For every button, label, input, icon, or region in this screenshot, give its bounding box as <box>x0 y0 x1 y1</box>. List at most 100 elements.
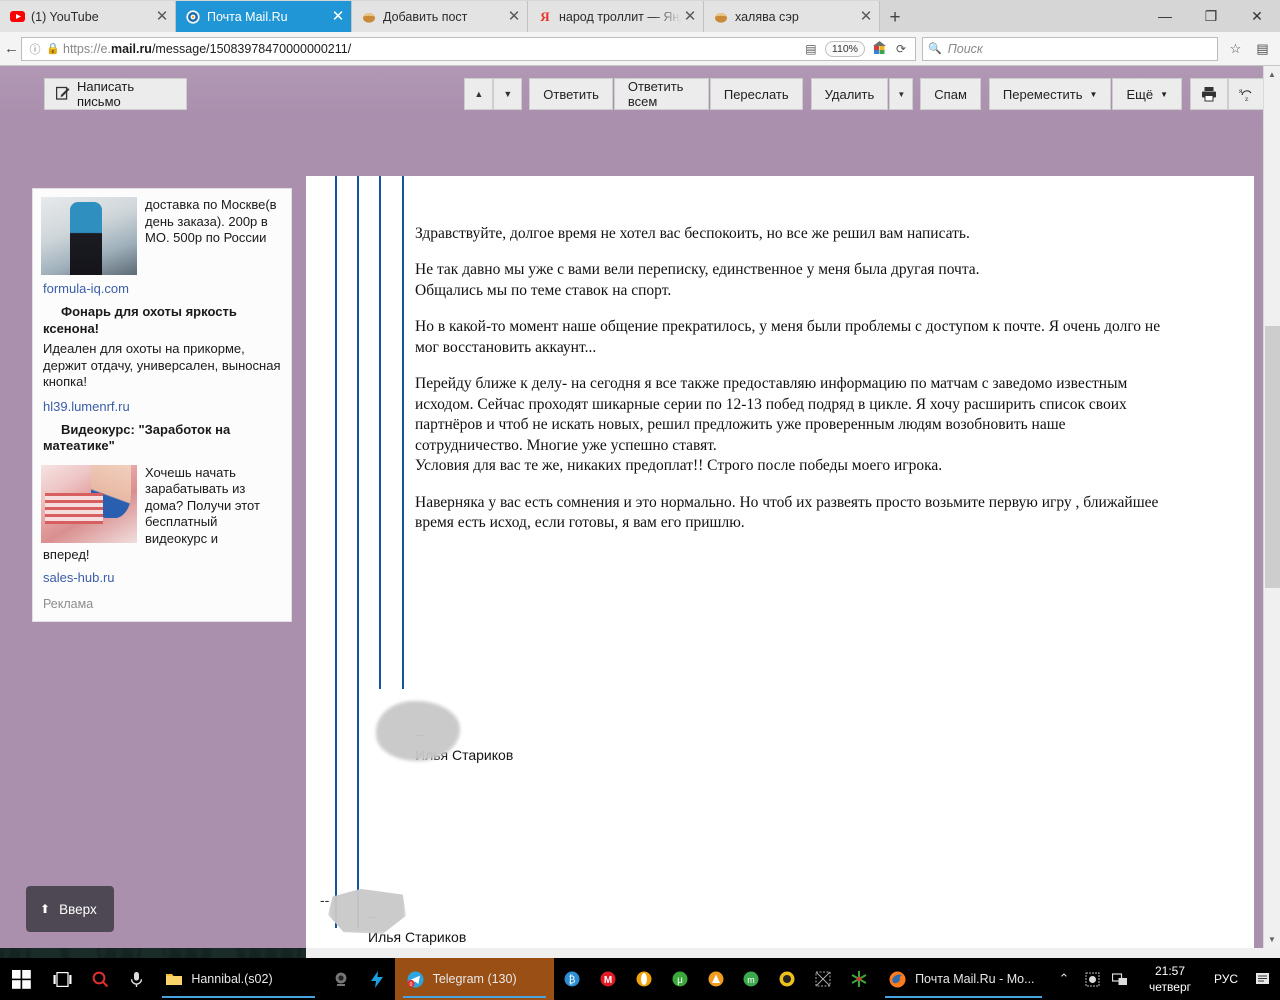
bitcoin-icon[interactable]: ₿ <box>554 958 590 1000</box>
ad-title-2[interactable]: Фонарь для охоты яркость ксенона! <box>33 298 291 339</box>
daemon-icon[interactable] <box>841 958 877 1000</box>
task-view-button[interactable] <box>43 958 82 1000</box>
new-tab-button[interactable]: + <box>880 4 910 32</box>
move-label: Переместить <box>1002 86 1083 102</box>
ad-text-3-tail: вперед! <box>43 547 90 562</box>
spam-button[interactable]: Спам <box>920 78 981 110</box>
close-window-button[interactable]: ✕ <box>1234 0 1280 32</box>
back-arrow-icon[interactable]: ← <box>4 40 19 57</box>
print-icon[interactable] <box>1190 78 1228 110</box>
ad-item-1[interactable]: доставка по Москве(в день заказа). 200р … <box>33 189 291 275</box>
page-scrollbar[interactable]: ▲ ▼ <box>1263 66 1280 948</box>
system-clock[interactable]: 21:57 четверг <box>1134 963 1206 995</box>
microphone-icon[interactable] <box>118 958 154 1000</box>
nav-arrows-group: ▲ ▼ <box>464 78 523 110</box>
network-icon[interactable] <box>1106 958 1134 1000</box>
utorrent-icon[interactable]: μ <box>662 958 698 1000</box>
reload-icon[interactable]: ⟳ <box>890 42 912 56</box>
tray-app-icon[interactable] <box>1078 958 1106 1000</box>
tab-title: народ троллит — Яндекс: н <box>559 9 681 24</box>
browser-tab-halyava[interactable]: халява сэр ✕ <box>704 1 880 32</box>
close-icon[interactable]: ✕ <box>857 8 875 26</box>
close-icon[interactable]: ✕ <box>329 8 347 26</box>
browser-toolbar-icons: ☆ ▤ ⬇ ✂ 187 ☰ <box>1222 34 1280 64</box>
delete-button[interactable]: Удалить <box>810 78 889 110</box>
more-button[interactable]: Ещё ▼ <box>1112 78 1182 110</box>
delete-dropdown-caret-icon[interactable]: ▼ <box>889 78 914 110</box>
compose-label: Написать письмо <box>77 79 135 109</box>
cortana-search-icon[interactable] <box>83 958 119 1000</box>
action-center-icon[interactable] <box>1246 958 1280 1000</box>
taskbar-item-label: Hannibal.(s02) <box>191 972 273 986</box>
taskbar-item-hannibal[interactable]: Hannibal.(s02) <box>154 958 322 1000</box>
move-group: Переместить ▼ Ещё ▼ <box>988 78 1183 110</box>
pocket-icon[interactable] <box>1276 34 1280 64</box>
ad-link-2[interactable]: hl39.lumenrf.ru <box>33 393 291 416</box>
url-text: https://e.mail.ru/message/15083978470000… <box>63 41 352 56</box>
taskbar-item-mailru[interactable]: Почта Mail.Ru - Mo... <box>877 958 1050 1000</box>
page-info-icon[interactable]: ⓘ <box>25 41 45 57</box>
opera2-icon[interactable] <box>769 958 805 1000</box>
address-bar[interactable]: ⓘ 🔒 https://e.mail.ru/message/1508397847… <box>21 36 916 61</box>
toolbar-right-icons: яz <box>1190 78 1266 110</box>
home-colored-icon[interactable] <box>868 40 890 57</box>
prev-message-button[interactable]: ▲ <box>464 78 494 110</box>
bookmark-star-icon[interactable]: ☆ <box>1222 34 1249 64</box>
close-icon[interactable]: ✕ <box>153 8 171 26</box>
telegram-icon: 0 <box>406 971 424 988</box>
m-icon[interactable]: M <box>590 958 626 1000</box>
browser-tab-add-post[interactable]: Добавить пост ✕ <box>352 1 528 32</box>
svg-text:0: 0 <box>409 982 412 988</box>
taskbar-item-label: Telegram (130) <box>432 972 517 986</box>
ad-image-3 <box>41 464 137 543</box>
browser-tab-yandex[interactable]: Я народ троллит — Яндекс: н ✕ <box>528 1 704 32</box>
compose-button[interactable]: Написать письмо <box>44 78 188 110</box>
ad-link-3[interactable]: sales-hub.ru <box>33 564 291 587</box>
reader-mode-icon[interactable]: ▤ <box>800 42 822 56</box>
language-indicator[interactable]: РУС <box>1206 972 1246 986</box>
scroll-up-arrow-icon[interactable]: ▲ <box>1264 66 1280 83</box>
ad-link-1[interactable]: formula-iq.com <box>33 275 291 298</box>
close-icon[interactable]: ✕ <box>505 8 523 26</box>
clock-day: четверг <box>1149 980 1191 994</box>
windows-start-button[interactable] <box>0 958 43 1000</box>
taskbar-item-label: Почта Mail.Ru - Mo... <box>915 972 1035 986</box>
ad-item-3[interactable]: Хочешь начать зарабатывать из дома? Полу… <box>33 457 291 548</box>
scroll-to-top-button[interactable]: ⬆ Вверх <box>26 886 114 932</box>
mediaget-icon[interactable]: m <box>734 958 770 1000</box>
lightning-icon[interactable] <box>359 958 395 1000</box>
ad-title-3[interactable]: Видеокурс: "Заработок на матеатике" <box>33 416 291 457</box>
delete-group: Удалить ▼ <box>810 78 914 110</box>
chevron-up-icon[interactable]: ⌃ <box>1050 958 1078 1000</box>
svg-text:z: z <box>1245 94 1249 102</box>
browser-tab-mailru[interactable]: Почта Mail.Ru ✕ <box>176 1 352 32</box>
message-paragraph: Общались мы по теме ставок на спорт. <box>415 281 672 299</box>
move-button[interactable]: Переместить ▼ <box>988 78 1112 110</box>
next-message-button[interactable]: ▼ <box>493 78 523 110</box>
message-paragraph: Не так давно мы уже с вами вели переписк… <box>415 261 980 279</box>
forward-button[interactable]: Переслать <box>709 78 803 110</box>
opera-icon[interactable] <box>626 958 662 1000</box>
minimize-button[interactable]: — <box>1142 0 1188 32</box>
mail-page: Написать письмо ▲ ▼ Ответить Ответить вс… <box>0 66 1280 948</box>
webcam-icon[interactable] <box>323 958 359 1000</box>
ad-label: Реклама <box>43 596 94 611</box>
maximize-button[interactable]: ❐ <box>1188 0 1234 32</box>
scroll-down-arrow-icon[interactable]: ▼ <box>1264 931 1280 948</box>
clock-time: 21:57 <box>1154 963 1186 978</box>
translate-icon[interactable]: яz <box>1228 78 1266 110</box>
image-icon[interactable] <box>805 958 841 1000</box>
quote-bar-3 <box>379 176 381 689</box>
taskbar-item-telegram[interactable]: 0 Telegram (130) <box>394 958 555 1000</box>
compose-pencil-icon <box>55 86 70 103</box>
search-icon: 🔍 <box>928 43 942 55</box>
zoom-level-indicator[interactable]: 110% <box>824 40 865 57</box>
search-bar[interactable]: 🔍 Поиск <box>922 36 1218 61</box>
scrollbar-thumb[interactable] <box>1265 326 1280 588</box>
reply-all-button[interactable]: Ответить всем <box>613 78 709 110</box>
library-icon[interactable]: ▤ <box>1249 34 1276 64</box>
close-icon[interactable]: ✕ <box>681 8 699 26</box>
amd-icon[interactable] <box>698 958 734 1000</box>
browser-tab-youtube[interactable]: (1) YouTube ✕ <box>0 1 176 32</box>
reply-button[interactable]: Ответить <box>529 78 613 110</box>
